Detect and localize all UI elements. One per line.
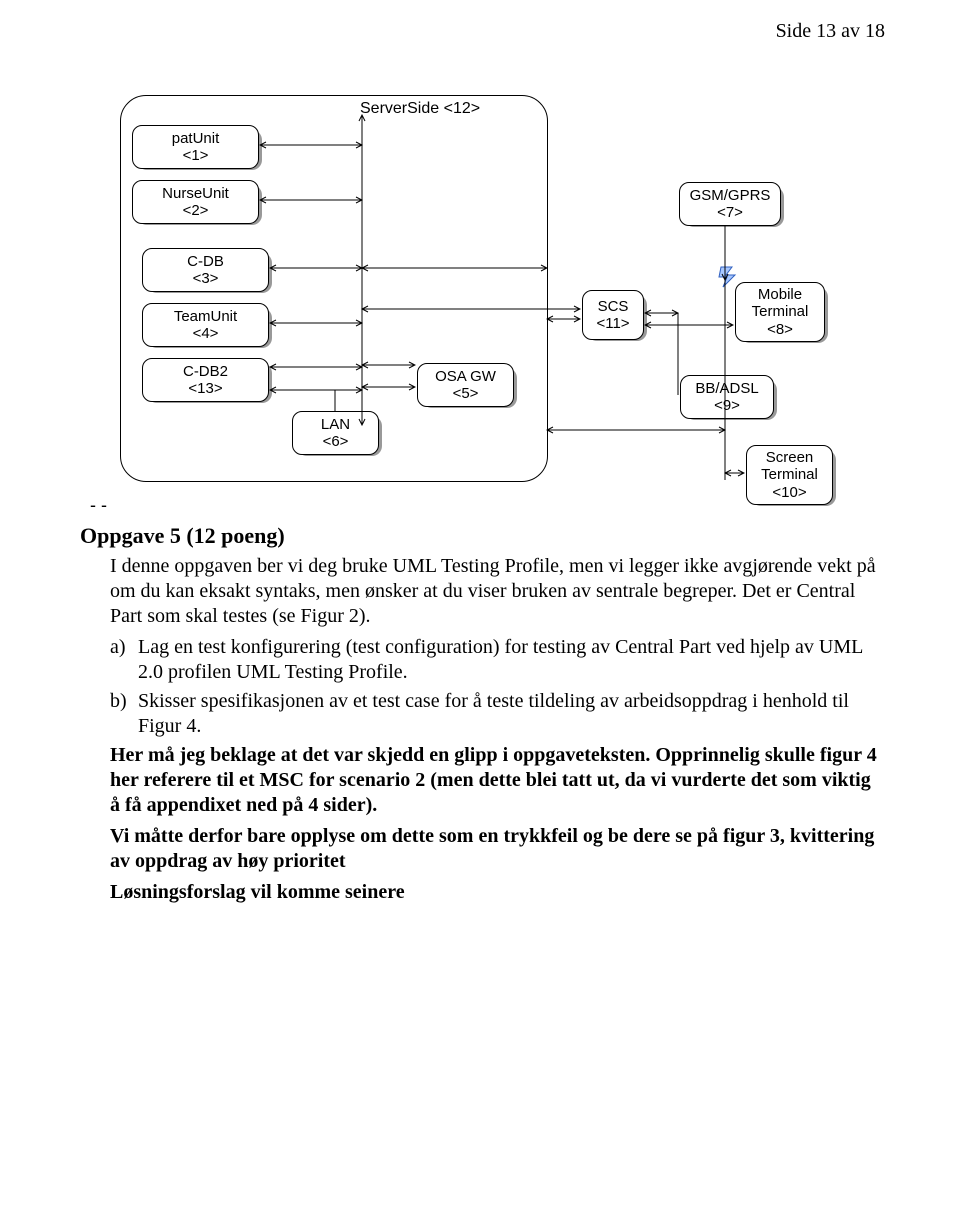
bold-para-3: Løsningsforslag vil komme seinere [110, 880, 880, 905]
node-teamunit: TeamUnit <4> [142, 303, 269, 347]
task-heading: Oppgave 5 (12 poeng) [80, 522, 880, 550]
node-lan: LAN <6> [292, 411, 379, 455]
list-text-a: Lag en test konfigurering (test configur… [138, 635, 880, 685]
lightning-icon [718, 265, 740, 289]
list-text-b: Skisser spesifikasjonen av et test case … [138, 689, 880, 739]
node-scs: SCS <11> [582, 290, 644, 340]
server-title: ServerSide <12> [360, 100, 480, 118]
node-patunit: patUnit <1> [132, 125, 259, 169]
node-screen: Screen Terminal <10> [746, 445, 833, 505]
node-mobile: Mobile Terminal <8> [735, 282, 825, 342]
bold-para-1: Her må jeg beklage at det var skjedd en … [110, 743, 880, 818]
node-nurseunit: NurseUnit <2> [132, 180, 259, 224]
node-bbadsl: BB/ADSL <9> [680, 375, 774, 419]
list-letter-a: a) [110, 635, 138, 685]
node-gsm: GSM/GPRS <7> [679, 182, 781, 226]
page-number: Side 13 av 18 [776, 20, 885, 43]
list-letter-b: b) [110, 689, 138, 739]
system-diagram: ServerSide <12> patUnit <1> NurseUnit <2… [120, 85, 860, 495]
node-cdb2: C-DB2 <13> [142, 358, 269, 402]
bold-para-2: Vi måtte derfor bare opplyse om dette so… [110, 824, 880, 874]
node-osagw: OSA GW <5> [417, 363, 514, 407]
list-item-a: a) Lag en test konfigurering (test confi… [110, 635, 880, 685]
dash-mark: - - [90, 495, 107, 516]
intro-paragraph: I denne oppgaven ber vi deg bruke UML Te… [110, 554, 880, 629]
list-item-b: b) Skisser spesifikasjonen av et test ca… [110, 689, 880, 739]
body-text: Oppgave 5 (12 poeng) I denne oppgaven be… [80, 522, 880, 911]
node-cdb: C-DB <3> [142, 248, 269, 292]
